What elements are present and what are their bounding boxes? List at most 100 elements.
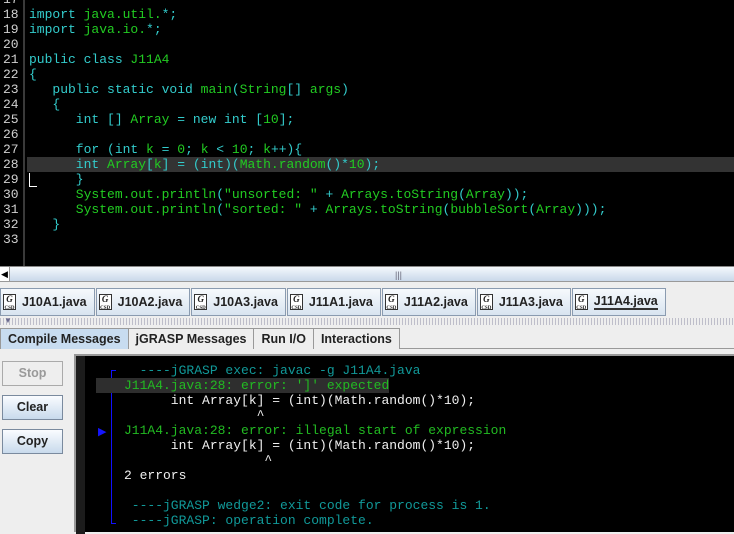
code-line[interactable]: import java.io.*; (29, 22, 162, 37)
code-token: 10 (348, 157, 365, 172)
code-token: { (29, 97, 61, 112)
file-tab-label: J10A3.java (213, 295, 278, 309)
line-number: 23 (3, 82, 19, 97)
code-token: [ (255, 112, 264, 127)
code-token: < (216, 142, 232, 157)
code-line[interactable]: public static void main(String[] args) (29, 82, 349, 97)
line-number: 30 (3, 187, 19, 202)
line-number: 25 (3, 112, 19, 127)
scroll-left-icon[interactable]: ◀ (0, 267, 10, 281)
line-number: 20 (3, 37, 19, 52)
jgrasp-csd-icon: G CSD (289, 294, 303, 311)
line-number: 31 (3, 202, 19, 217)
file-tab-j11a2-java[interactable]: G CSD J11A2.java (381, 288, 476, 316)
tab-run-io[interactable]: Run I/O (253, 328, 314, 349)
splitter-handle[interactable]: ▼ (0, 316, 734, 325)
tab-compile-messages[interactable]: Compile Messages (0, 328, 129, 349)
output-line: int Array[k] = (int)(Math.random()*10); (124, 393, 476, 408)
file-tab-j11a3-java[interactable]: G CSD J11A3.java (476, 288, 571, 316)
code-line[interactable]: { (29, 67, 37, 82)
code-token: k (200, 142, 217, 157)
copy-button[interactable]: Copy (2, 429, 63, 454)
jgrasp-csd-icon: G CSD (574, 294, 588, 311)
file-tab-label: J10A2.java (117, 295, 183, 309)
file-tab-j11a1-java[interactable]: G CSD J11A1.java (286, 288, 381, 316)
file-tab-label: J11A2.java (403, 295, 468, 309)
code-token: [] (107, 112, 131, 127)
code-token: *; (146, 22, 162, 37)
code-token: int (114, 142, 147, 157)
file-tab-bar: G CSD J10A1.java G CSD J10A2.java G CSD J10A3.ja… (0, 288, 667, 316)
code-line[interactable]: System.out.println("sorted: " + Arrays.t… (29, 202, 607, 217)
code-token: new int (192, 112, 256, 127)
code-token: Arrays.toString (325, 202, 443, 217)
code-token: System.out.println (29, 187, 217, 202)
code-token: Arrays.toString (341, 187, 459, 202)
code-token: k (146, 142, 162, 157)
line-number: 32 (3, 217, 19, 232)
stop-button[interactable]: Stop (2, 361, 63, 386)
code-token: k (263, 142, 271, 157)
code-token: "unsorted: " (224, 187, 326, 202)
output-line: int Array[k] = (int)(Math.random()*10); (124, 438, 476, 453)
output-line: ----jGRASP exec: javac -g J11A4.java (124, 363, 421, 378)
code-line[interactable]: } (29, 217, 60, 232)
line-number: 17 (3, 0, 19, 7)
code-token: ( (107, 142, 115, 157)
code-token: [ (146, 157, 154, 172)
code-token: ; (247, 142, 264, 157)
jgrasp-csd-icon: G CSD (98, 294, 112, 311)
code-token: ); (364, 157, 381, 172)
message-tab-bar: Compile Messages jGRASP Messages Run I/O… (0, 328, 734, 349)
line-number: 21 (3, 52, 19, 67)
file-tab-label: J11A3.java (498, 295, 563, 309)
code-token: } (29, 172, 84, 187)
code-token: ++){ (270, 142, 303, 157)
code-token: k (153, 157, 162, 172)
error-message-line[interactable]: J11A4.java:28: error: ']' expected (96, 378, 390, 393)
code-line[interactable]: } (29, 172, 84, 187)
tab-jgrasp-messages[interactable]: jGRASP Messages (127, 328, 255, 349)
output-line: ----jGRASP: operation complete. (124, 513, 374, 528)
code-line[interactable]: System.out.println("unsorted: " + Arrays… (29, 187, 529, 202)
code-token: Array (130, 112, 178, 127)
file-tab-j10a2-java[interactable]: G CSD J10A2.java (95, 288, 191, 316)
file-tab-j10a3-java[interactable]: G CSD J10A3.java (191, 288, 286, 316)
output-line: ^ (124, 408, 265, 423)
file-tab-j11a4-java[interactable]: G CSD J11A4.java (571, 288, 666, 316)
code-token: import (29, 7, 84, 22)
output-line: ^ (124, 453, 273, 468)
error-message-line[interactable]: J11A4.java:28: error: illegal start of e… (124, 423, 506, 438)
code-line[interactable]: int [] Array = new int [10]; (29, 112, 295, 127)
file-tab-j10a1-java[interactable]: G CSD J10A1.java (0, 288, 95, 316)
code-line[interactable]: int Array[k] = (int)(Math.random()*10); (27, 157, 734, 172)
horizontal-scrollbar[interactable]: ◀ ||| (0, 266, 734, 282)
compile-output-panel[interactable]: ----jGRASP exec: javac -g J11A4.java ▶ J11… (74, 354, 734, 534)
code-token: } (29, 217, 61, 232)
code-token: 10 (263, 112, 279, 127)
file-tab-label: J11A1.java (308, 295, 373, 309)
line-number: 33 (3, 232, 19, 247)
code-token: "sorted: " (224, 202, 310, 217)
code-token: )( (224, 157, 240, 172)
jgrasp-csd-icon: G CSD (384, 294, 398, 311)
tab-interactions[interactable]: Interactions (312, 328, 400, 349)
code-token: 0 (177, 142, 186, 157)
code-line[interactable]: { (29, 97, 60, 112)
jgrasp-csd-icon: G CSD (3, 294, 16, 311)
code-editor[interactable]: 1718192021222324252627282930313233 impor… (0, 0, 734, 266)
code-token: ( (231, 82, 240, 97)
file-tab-label: J11A4.java (593, 294, 658, 310)
clear-button[interactable]: Clear (2, 395, 63, 420)
code-line[interactable]: public class J11A4 (29, 52, 169, 67)
error-marker-icon[interactable]: ▶ (98, 425, 106, 438)
code-token: int (200, 157, 225, 172)
file-tab-label: J10A1.java (22, 295, 87, 309)
code-line[interactable]: import java.util.*; (29, 7, 177, 22)
code-token: 10 (231, 142, 248, 157)
code-line[interactable]: for (int k = 0; k < 10; k++){ (29, 142, 302, 157)
scroll-thumb-grip[interactable]: ||| (395, 270, 402, 280)
line-number: 22 (3, 67, 19, 82)
code-token: for (29, 142, 108, 157)
collapse-arrow-icon[interactable]: ▼ (4, 316, 12, 325)
